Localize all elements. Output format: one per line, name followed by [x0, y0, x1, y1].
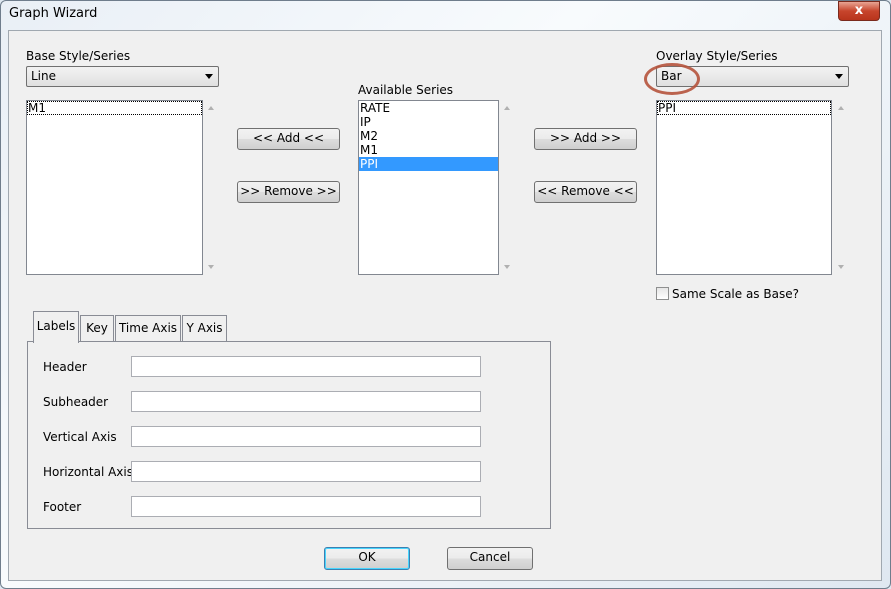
scroll-up-icon — [838, 106, 844, 110]
tab-y-axis[interactable]: Y Axis — [182, 315, 227, 341]
list-item[interactable]: M2 — [359, 129, 498, 143]
highlight-circle — [644, 63, 700, 95]
base-style-dropdown[interactable]: Line — [26, 66, 219, 87]
base-style-value: Line — [31, 69, 57, 83]
tab-time-axis[interactable]: Time Axis — [115, 315, 181, 341]
overlay-series-scrollbar[interactable] — [834, 100, 848, 275]
overlay-series-list[interactable]: PPI — [656, 100, 832, 275]
base-series-scrollbar[interactable] — [204, 100, 218, 275]
scroll-down-icon — [504, 265, 510, 269]
vertical-axis-input[interactable] — [131, 426, 481, 447]
remove-from-overlay-button[interactable]: << Remove << — [534, 181, 637, 203]
close-icon: x — [854, 3, 864, 18]
available-series-scrollbar[interactable] — [500, 100, 514, 275]
header-label: Header — [43, 360, 87, 374]
close-button[interactable]: x — [838, 1, 880, 21]
header-input[interactable] — [131, 356, 481, 377]
scroll-down-icon — [208, 265, 214, 269]
subheader-input[interactable] — [131, 391, 481, 412]
scroll-up-icon — [208, 106, 214, 110]
chevron-down-icon — [205, 74, 213, 79]
horizontal-axis-input[interactable] — [131, 461, 481, 482]
overlay-style-label: Overlay Style/Series — [656, 49, 778, 63]
same-scale-checkbox[interactable] — [656, 287, 669, 300]
tab-labels[interactable]: Labels — [33, 311, 79, 343]
vertical-axis-label: Vertical Axis — [43, 430, 117, 444]
chevron-down-icon — [835, 74, 843, 79]
horizontal-axis-label: Horizontal Axis — [43, 465, 133, 479]
base-series-list[interactable]: M1 — [26, 100, 203, 275]
available-series-list[interactable]: RATE IP M2 M1 PPI — [358, 100, 499, 275]
list-item[interactable]: IP — [359, 115, 498, 129]
add-to-base-button[interactable]: << Add << — [237, 128, 340, 150]
base-style-label: Base Style/Series — [26, 49, 131, 63]
cancel-button[interactable]: Cancel — [447, 547, 533, 570]
ok-button[interactable]: OK — [324, 547, 410, 570]
list-item-selected[interactable]: PPI — [359, 157, 498, 171]
list-item[interactable]: M1 — [27, 101, 202, 115]
subheader-label: Subheader — [43, 395, 109, 409]
add-to-overlay-button[interactable]: >> Add >> — [534, 128, 637, 150]
footer-label: Footer — [43, 500, 82, 514]
scroll-up-icon — [504, 106, 510, 110]
list-item[interactable]: M1 — [359, 143, 498, 157]
same-scale-label: Same Scale as Base? — [672, 287, 799, 301]
footer-input[interactable] — [131, 496, 481, 517]
available-series-label: Available Series — [358, 83, 454, 97]
window-title: Graph Wizard — [9, 6, 98, 21]
list-item[interactable]: RATE — [359, 101, 498, 115]
remove-from-base-button[interactable]: >> Remove >> — [237, 181, 340, 203]
scroll-down-icon — [838, 265, 844, 269]
tab-key[interactable]: Key — [80, 315, 114, 341]
list-item[interactable]: PPI — [657, 101, 831, 115]
